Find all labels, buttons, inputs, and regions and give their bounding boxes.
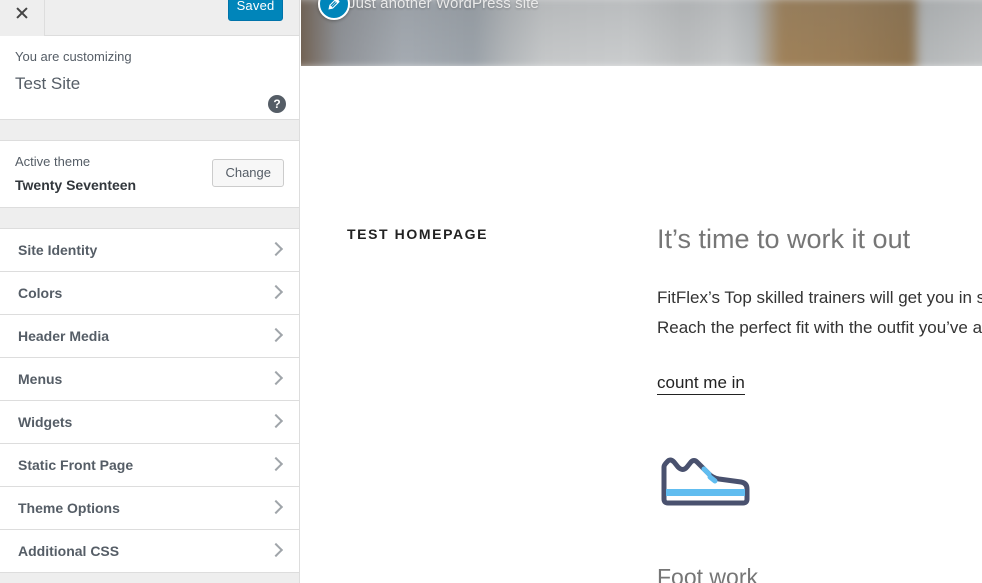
sidebar-item-header-media[interactable]: Header Media: [0, 315, 299, 358]
shoe-lace-2: [707, 474, 718, 484]
section-label: Colors: [18, 285, 63, 301]
customizing-label: You are customizing: [15, 49, 132, 64]
sidebar-item-additional-css[interactable]: Additional CSS: [0, 530, 299, 573]
count-me-in-link[interactable]: count me in: [657, 373, 745, 395]
shoe-body: [661, 457, 750, 506]
entry-paragraph-line-1: FitFlex’s Top skilled trainers will get …: [657, 288, 982, 307]
page-title: TEST HOMEPAGE: [347, 226, 489, 242]
homepage-panel: TEST HOMEPAGE It’s time to work it out F…: [301, 66, 982, 583]
panel-gap-2: [0, 208, 299, 228]
chevron-right-icon: [268, 456, 284, 472]
section-label: Header Media: [18, 328, 110, 344]
chevron-right-icon: [268, 542, 284, 558]
section-label: Site Identity: [18, 242, 98, 258]
customizer-panel: Saved You are customizing Test Site ? Ac…: [0, 0, 300, 583]
close-icon: [15, 6, 29, 20]
sidebar-item-site-identity[interactable]: Site Identity: [0, 229, 299, 272]
site-title-text: Test Site: [15, 74, 81, 93]
entry-paragraph-line-2: Reach the perfect fit with the outfit yo…: [657, 318, 982, 337]
sidebar-item-menus[interactable]: Menus: [0, 358, 299, 401]
site-tagline: Just another WordPress site: [348, 0, 539, 12]
sidebar-item-colors[interactable]: Colors: [0, 272, 299, 315]
section-label: Menus: [18, 371, 63, 387]
site-preview[interactable]: Just another WordPress site TEST HOMEPAG…: [301, 0, 982, 583]
sidebar-item-widgets[interactable]: Widgets: [0, 401, 299, 444]
section-label: Additional CSS: [18, 543, 120, 559]
site-header-image: Just another WordPress site: [301, 0, 982, 66]
chevron-right-icon: [268, 327, 284, 343]
change-theme-button[interactable]: Change: [212, 159, 284, 187]
sneaker-icon: [657, 447, 757, 513]
shoe-stripe: [666, 489, 745, 496]
panel-gap: [0, 120, 299, 140]
section-label: Static Front Page: [18, 457, 134, 473]
shoe-lace-1: [701, 466, 712, 477]
chevron-right-icon: [268, 413, 284, 429]
save-button[interactable]: Saved: [228, 0, 283, 21]
section-heading-footwork: Foot work: [657, 564, 758, 583]
customizer-header: Saved: [0, 0, 299, 36]
section-label: Widgets: [18, 414, 73, 430]
customizing-info: You are customizing Test Site ?: [0, 36, 299, 120]
sidebar-item-theme-options[interactable]: Theme Options: [0, 487, 299, 530]
active-theme-section: Active theme Twenty Seventeen Change: [0, 140, 299, 208]
panel-body: It’s time to work it out FitFlex’s Top s…: [657, 221, 982, 583]
chevron-right-icon: [268, 241, 284, 257]
customizer-screen: Saved You are customizing Test Site ? Ac…: [0, 0, 982, 583]
chevron-right-icon: [268, 499, 284, 515]
entry-headline: It’s time to work it out: [657, 224, 911, 254]
close-customizer-button[interactable]: [0, 0, 45, 36]
help-icon[interactable]: ?: [268, 95, 286, 113]
section-label: Theme Options: [18, 500, 120, 516]
pencil-icon: [328, 0, 340, 10]
chevron-right-icon: [268, 370, 284, 386]
sidebar-item-static-front-page[interactable]: Static Front Page: [0, 444, 299, 487]
chevron-right-icon: [268, 284, 284, 300]
customizer-section-list: Site Identity Colors Header Media Menus …: [0, 228, 299, 573]
